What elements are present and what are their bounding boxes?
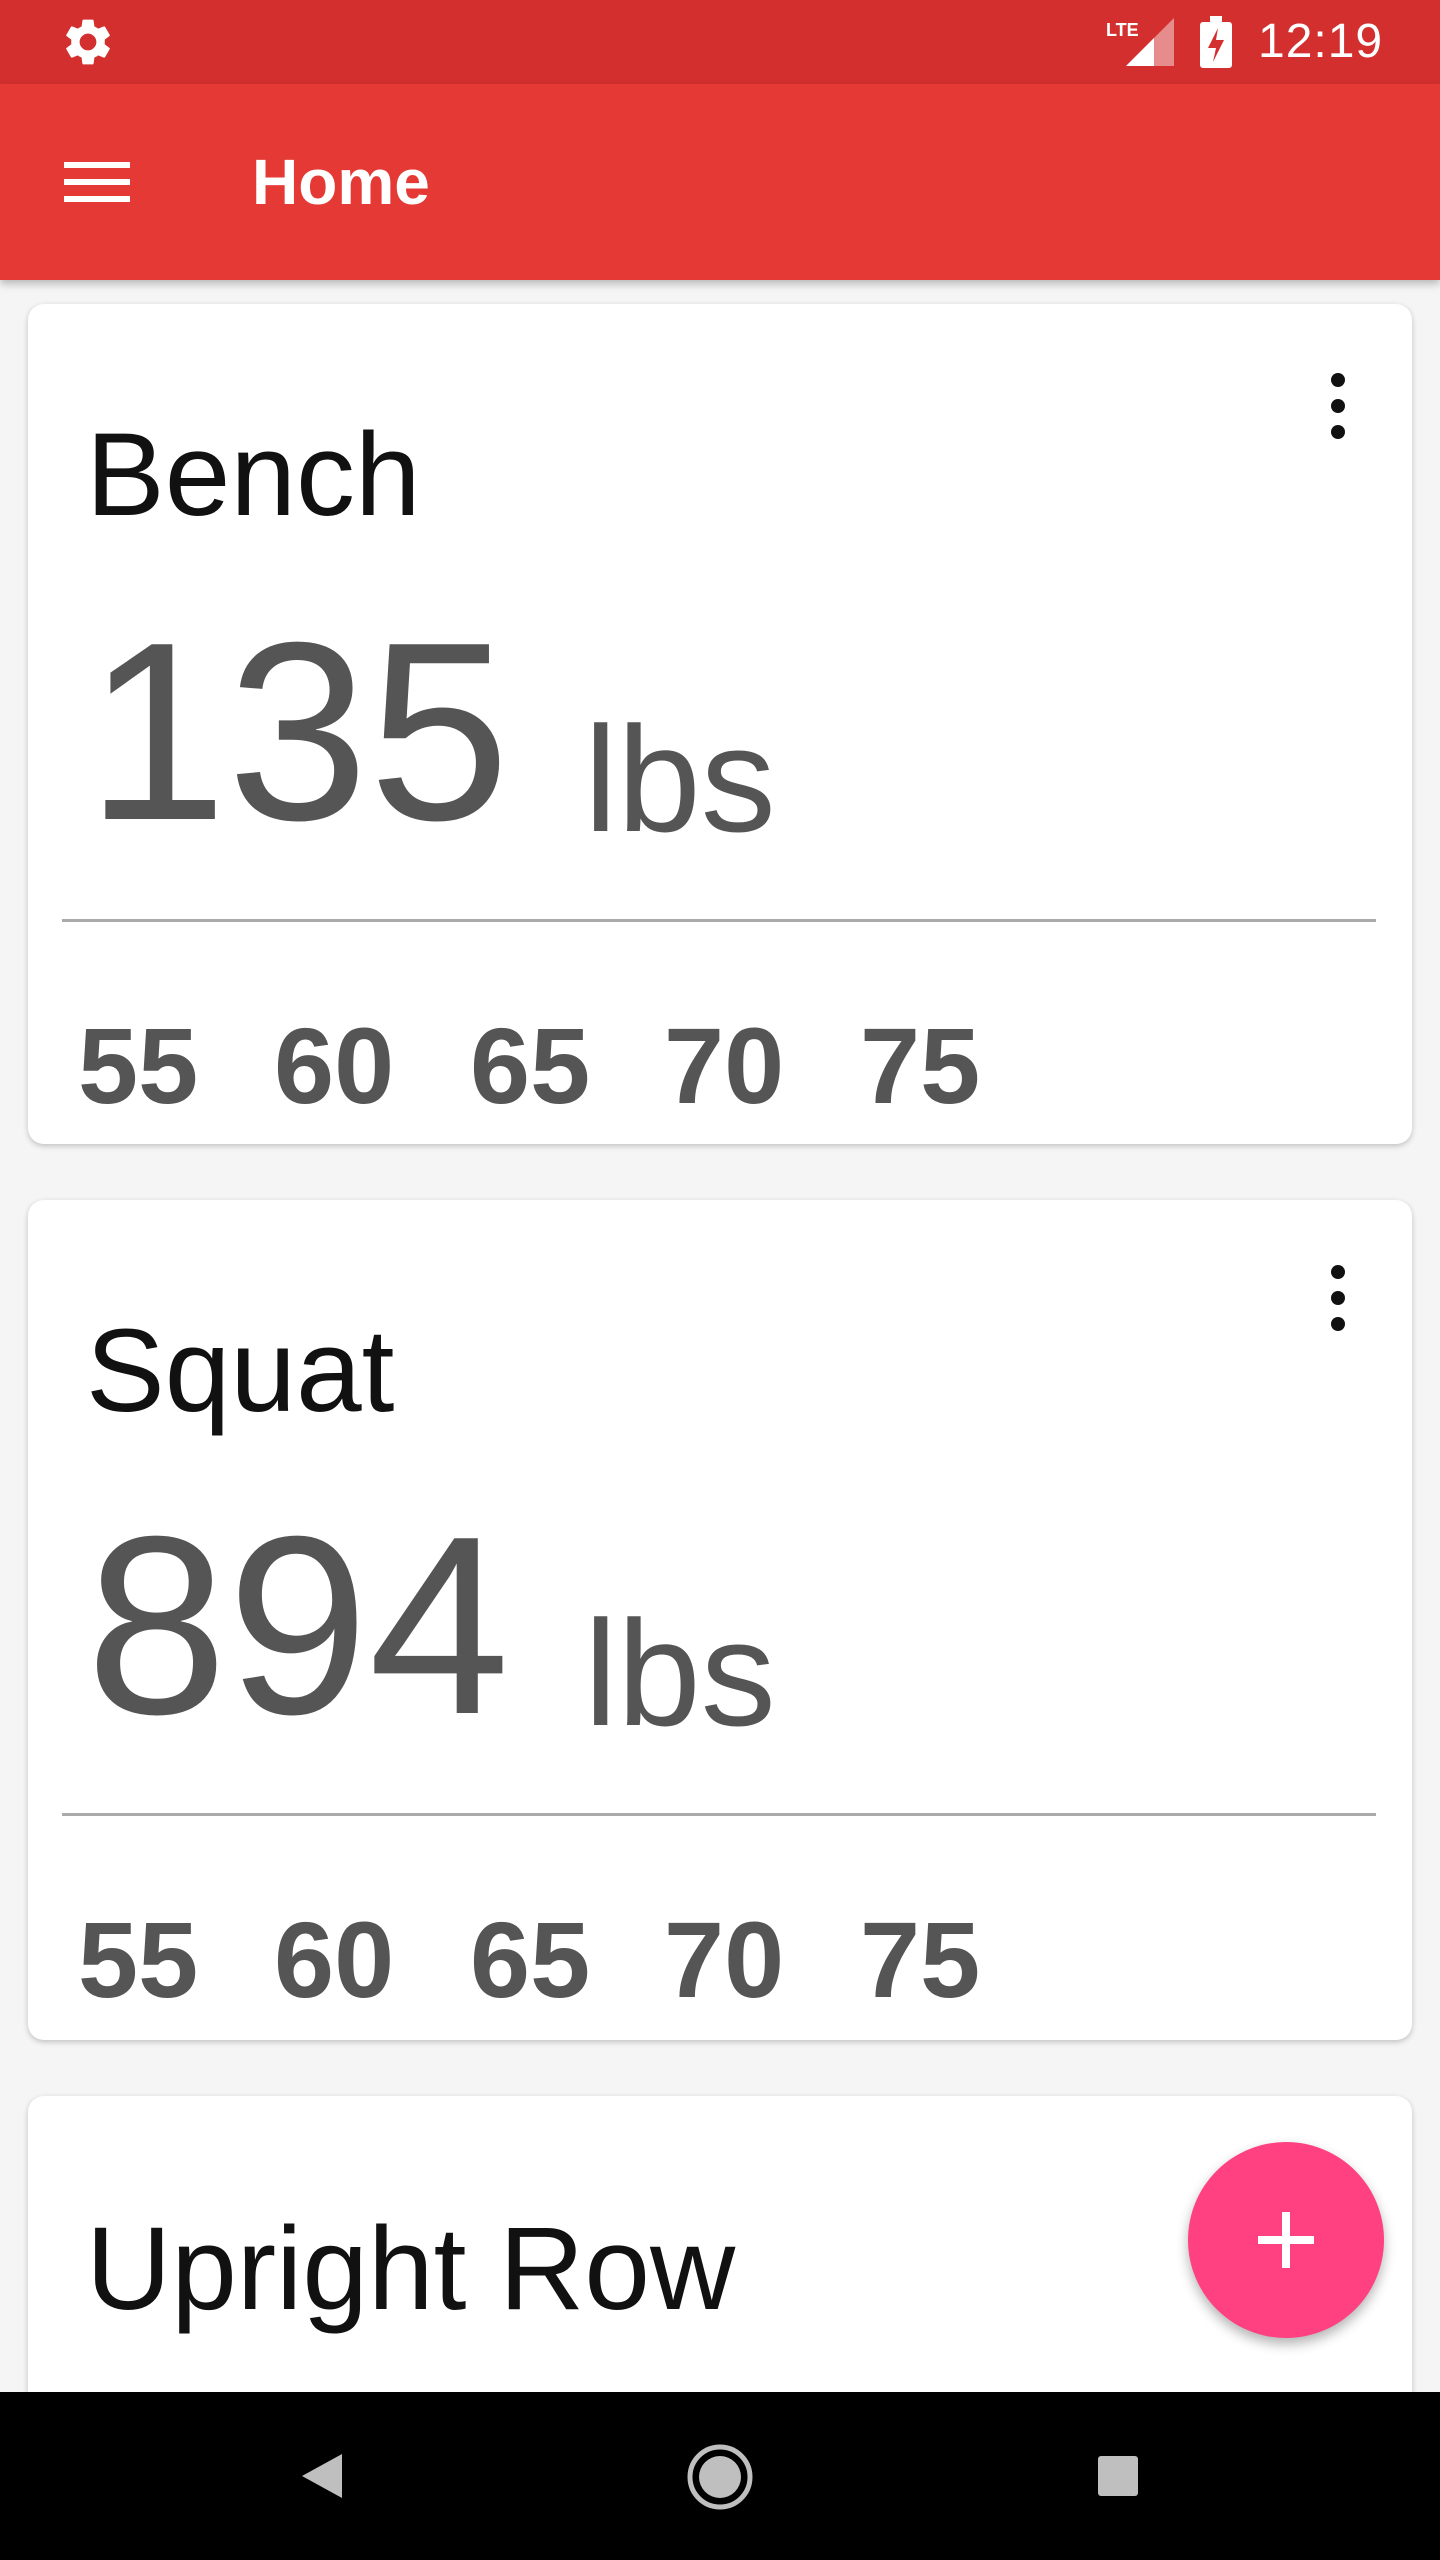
system-nav-bar bbox=[0, 2392, 1440, 2560]
exercise-weight-unit: lbs bbox=[584, 695, 776, 863]
exercise-name: Bench bbox=[86, 409, 421, 541]
weight-option[interactable]: 70 bbox=[664, 1012, 784, 1120]
weight-option[interactable]: 70 bbox=[664, 1906, 784, 2014]
hamburger-menu-icon[interactable] bbox=[62, 156, 132, 208]
exercise-card[interactable]: Squat 894 lbs 55 60 65 70 75 bbox=[28, 1200, 1412, 2040]
weight-option[interactable]: 55 bbox=[78, 1906, 198, 2014]
weight-option[interactable]: 60 bbox=[274, 1906, 394, 2014]
home-icon[interactable] bbox=[685, 2442, 755, 2512]
card-divider bbox=[62, 919, 1376, 922]
weight-option[interactable]: 60 bbox=[274, 1012, 394, 1120]
settings-gear-icon bbox=[66, 19, 110, 65]
exercise-weight-unit: lbs bbox=[584, 1589, 776, 1757]
card-divider bbox=[62, 1813, 1376, 1816]
back-icon[interactable] bbox=[300, 2452, 344, 2500]
app-bar: Home bbox=[0, 84, 1440, 280]
overflow-menu-icon[interactable] bbox=[1308, 1258, 1368, 1338]
exercise-card[interactable]: Bench 135 lbs 55 60 65 70 75 bbox=[28, 304, 1412, 1144]
recents-icon[interactable] bbox=[1096, 2454, 1140, 2498]
overflow-menu-icon[interactable] bbox=[1308, 366, 1368, 446]
battery-charging-icon bbox=[1200, 16, 1232, 68]
weight-option[interactable]: 65 bbox=[470, 1906, 590, 2014]
exercise-name: Upright Row bbox=[86, 2203, 736, 2335]
lte-label: LTE bbox=[1106, 20, 1139, 40]
status-bar: LTE 12:19 bbox=[0, 0, 1440, 84]
weight-option[interactable]: 75 bbox=[860, 1906, 980, 2014]
weight-option[interactable]: 65 bbox=[470, 1012, 590, 1120]
exercise-weight-value: 894 bbox=[86, 1483, 510, 1767]
exercise-name: Squat bbox=[86, 1305, 395, 1437]
lte-signal-icon: LTE bbox=[1106, 18, 1174, 66]
screen: LTE 12:19 Home Bench 135 lbs 55 60 65 70… bbox=[0, 0, 1440, 2560]
weight-option[interactable]: 55 bbox=[78, 1012, 198, 1120]
add-exercise-button[interactable] bbox=[1188, 2142, 1384, 2338]
status-time: 12:19 bbox=[1258, 15, 1384, 68]
plus-icon bbox=[1258, 2212, 1314, 2268]
page-title: Home bbox=[252, 146, 430, 218]
weight-option[interactable]: 75 bbox=[860, 1012, 980, 1120]
exercise-weight-value: 135 bbox=[86, 589, 510, 873]
